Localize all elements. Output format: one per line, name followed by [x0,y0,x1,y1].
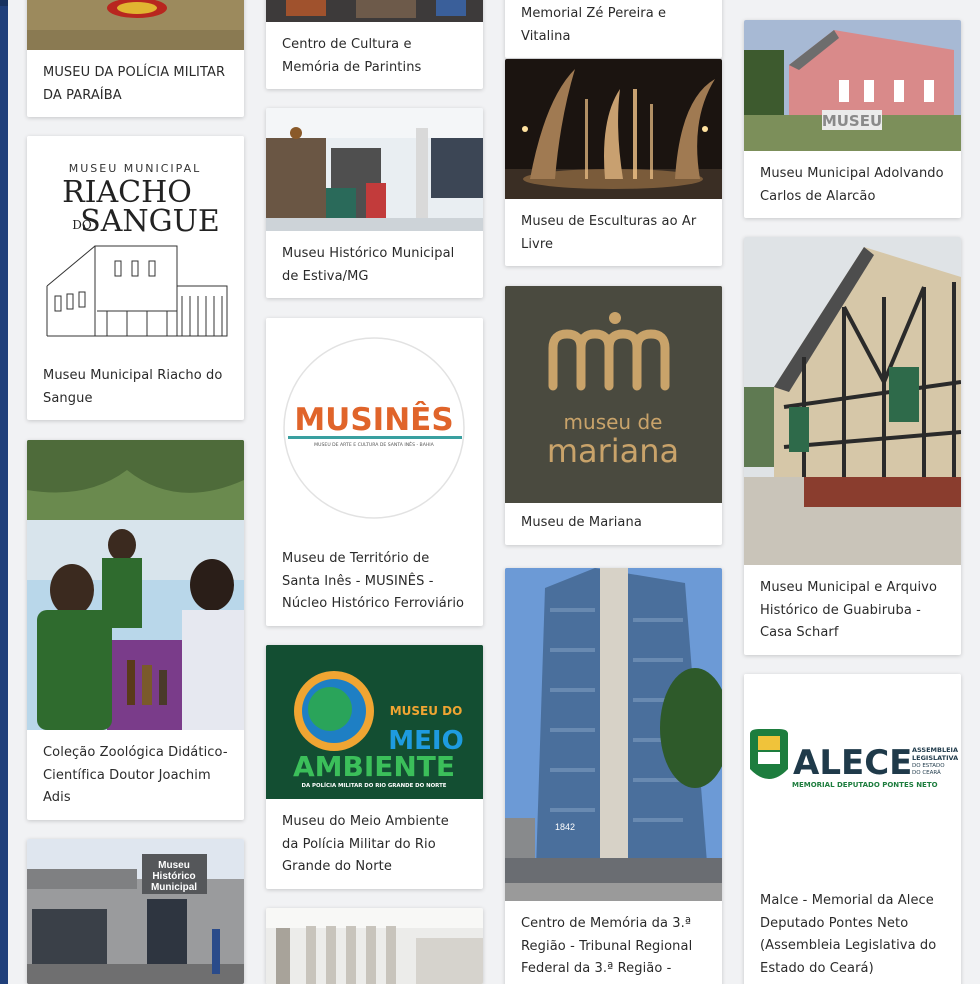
svg-text:LEGISLATIVA: LEGISLATIVA [912,754,958,762]
riacho-logo: MUSEU MUNICIPAL RIACHO DO SANGUE [27,136,244,353]
svg-text:DA POLÍCIA MILITAR DO RIO GRAN: DA POLÍCIA MILITAR DO RIO GRANDE DO NORT… [302,781,447,789]
office-tower-photo: 1842 [505,568,722,901]
museum-grid: MUSEU DA POLÍCIA MILITAR DA PARAÍBA MUSE… [8,0,980,984]
museum-card[interactable]: museu de mariana Museu de Mariana [505,286,722,545]
museum-card-title: Centro de Memória da 3.ª Região - Tribun… [521,916,693,984]
svg-text:museu de: museu de [564,410,663,434]
museum-photo [266,0,483,22]
svg-text:Histórico: Histórico [152,871,195,882]
archive-shelves-photo [266,908,483,984]
museum-card[interactable]: MUSEU Museu Municipal Adolvando Carlos d… [744,20,961,218]
museum-card[interactable]: Coleção Zoológica Didático-Científica Do… [27,440,244,820]
museum-card-title: MUSEU DA POLÍCIA MILITAR DA PARAÍBA [43,65,226,103]
museum-card-title: Coleção Zoológica Didático-Científica Do… [43,745,228,805]
museum-card-title: Museu Municipal Riacho do Sangue [43,368,223,406]
mariana-logo: museu de mariana [505,286,722,503]
museum-card[interactable]: MUSEU DO MEIO AMBIENTE DA POLÍCIA MILITA… [266,645,483,889]
svg-text:AMBIENTE: AMBIENTE [293,750,455,783]
museum-card-title: Centro de Cultura e Memória de Parintins [282,37,422,75]
museum-card-title: Museu de Esculturas ao Ar Livre [521,214,697,252]
museum-card-title: Museu do Meio Ambiente da Polícia Milita… [282,814,449,874]
svg-text:mariana: mariana [547,432,679,470]
museum-card[interactable]: MUSEU MUNICIPAL RIACHO DO SANGUE Museu M… [27,136,244,420]
museum-card[interactable]: MUSINÊS MUSEU DE ARTE E CULTURA DE SANTA… [266,318,483,626]
meio-ambiente-logo: MUSEU DO MEIO AMBIENTE DA POLÍCIA MILITA… [266,645,483,799]
svg-text:ASSEMBLEIA: ASSEMBLEIA [912,746,958,754]
fountain-photo [505,59,722,199]
museum-card[interactable]: 1842 Centro de Memória da 3.ª Região - T… [505,568,722,984]
museum-card[interactable] [266,908,483,984]
museum-card-title: Malce - Memorial da Alece Deputado Ponte… [760,893,937,976]
museum-card-title: Museu Histórico Municipal de Estiva/MG [282,246,455,284]
svg-text:MUSINÊS: MUSINÊS [294,402,453,438]
svg-text:ALECE: ALECE [793,743,912,783]
museum-card-title: Museu de Território de Santa Inês - MUSI… [282,551,465,611]
half-timbered-house-photo [744,237,961,565]
museum-card[interactable]: Museu Histórico Municipal [27,839,244,984]
museum-card[interactable]: MUSEU DA POLÍCIA MILITAR DA PARAÍBA [27,0,244,117]
svg-text:Museu: Museu [158,860,190,871]
museum-card[interactable]: Museu de Esculturas ao Ar Livre [505,59,722,266]
svg-text:Municipal: Municipal [151,882,197,893]
exhibit-room-photo [266,108,483,231]
svg-text:DO CEARÁ: DO CEARÁ [912,769,941,776]
svg-text:MUSEU: MUSEU [822,112,882,130]
museum-card[interactable]: Museu Municipal e Arquivo Histórico de G… [744,237,961,655]
logo-text: MUSEU MUNICIPAL [69,162,202,175]
museum-card-title: Museu de Mariana [521,515,642,530]
svg-text:1842: 1842 [555,822,575,832]
museum-photo [27,0,244,50]
museum-building-photo: Museu Histórico Municipal [27,839,244,984]
svg-text:DO ESTADO: DO ESTADO [912,763,945,769]
museum-card-title: Museu Municipal e Arquivo Histórico de G… [760,580,938,640]
museum-card-title: Museu Municipal Adolvando Carlos de Alar… [760,166,944,204]
musines-logo: MUSINÊS MUSEU DE ARTE E CULTURA DE SANTA… [266,318,483,536]
museum-card[interactable]: Museu Histórico Municipal de Estiva/MG [266,108,483,298]
museum-card[interactable]: Centro de Cultura e Memória de Parintins [266,0,483,89]
svg-text:SANGUE: SANGUE [80,204,220,239]
station-photo: MUSEU [744,20,961,151]
students-photo [27,440,244,730]
museum-card-title: Memorial Zé Pereira e Vitalina [521,6,667,44]
svg-text:MEMORIAL DEPUTADO PONTES NETO: MEMORIAL DEPUTADO PONTES NETO [792,781,938,789]
museum-card[interactable]: Memorial Zé Pereira e Vitalina [505,0,722,58]
museum-card[interactable]: ALECE ASSEMBLEIA LEGISLATIVA DO ESTADO D… [744,674,961,984]
svg-text:MUSEU DO: MUSEU DO [390,704,463,718]
alece-logo: ALECE ASSEMBLEIA LEGISLATIVA DO ESTADO D… [744,674,961,878]
